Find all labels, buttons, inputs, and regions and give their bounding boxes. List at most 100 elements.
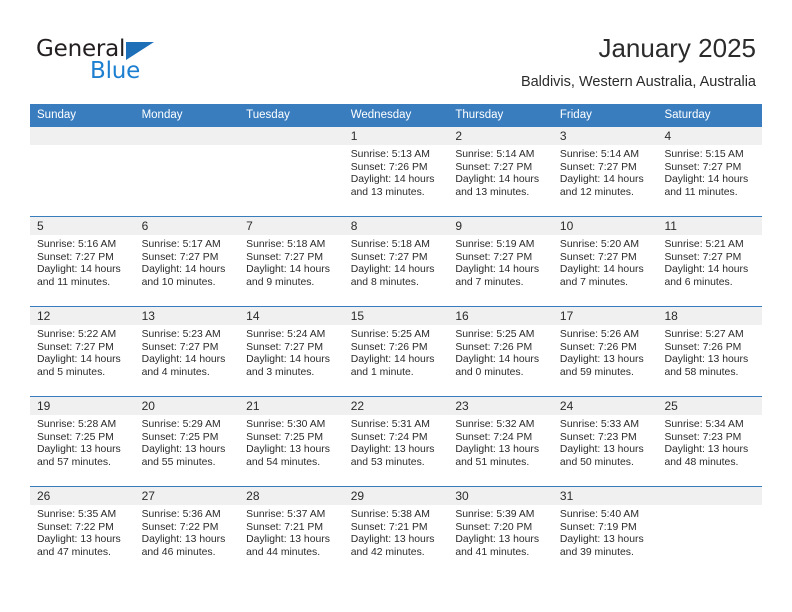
daylight-line-1: Daylight: 13 hours [37, 444, 121, 455]
daylight-line-2: and 53 minutes. [350, 456, 425, 468]
daylight-line-1: Daylight: 14 hours [246, 264, 330, 275]
daylight-line-1: Daylight: 13 hours [559, 354, 644, 365]
day-cell: Sunrise: 5:33 AM Sunset: 7:23 PM Dayligh… [553, 415, 658, 486]
day-number [657, 487, 762, 505]
day-number: 28 [246, 489, 260, 503]
sunrise-line: Sunrise: 5:22 AM [37, 329, 117, 340]
weekday-header-tuesday: Tuesday [246, 109, 290, 121]
sunrise-line: Sunrise: 5:23 AM [141, 329, 221, 340]
daylight-line-1: Daylight: 14 hours [141, 354, 226, 365]
daylight-line-1: Daylight: 13 hours [141, 534, 226, 545]
day-cell: Sunrise: 5:26 AM Sunset: 7:26 PM Dayligh… [553, 325, 658, 396]
day-number: 22 [350, 399, 365, 413]
daylight-line-2: and 5 minutes. [37, 366, 106, 378]
day-cell: Sunrise: 5:30 AM Sunset: 7:25 PM Dayligh… [239, 415, 344, 486]
sunset-line: Sunset: 7:22 PM [141, 521, 219, 533]
day-number: 17 [559, 309, 574, 323]
sunrise-line: Sunrise: 5:24 AM [246, 329, 326, 340]
sunset-line: Sunset: 7:26 PM [350, 161, 428, 173]
daylight-line-1: Daylight: 13 hours [455, 534, 540, 545]
sunrise-line: Sunrise: 5:16 AM [37, 239, 117, 250]
daylight-line-1: Daylight: 13 hours [350, 444, 435, 455]
day-cell: Sunrise: 5:38 AM Sunset: 7:21 PM Dayligh… [344, 505, 449, 576]
week-detail-row: Sunrise: 5:35 AM Sunset: 7:22 PM Dayligh… [30, 505, 762, 576]
day-number: 15 [350, 309, 365, 323]
day-number: 25 [664, 399, 678, 413]
daylight-line-2: and 11 minutes. [664, 186, 738, 198]
week-detail-row: Sunrise: 5:28 AM Sunset: 7:25 PM Dayligh… [30, 415, 762, 486]
daylight-line-1: Daylight: 13 hours [664, 354, 749, 365]
daylight-line-1: Daylight: 14 hours [455, 354, 540, 365]
sunrise-line: Sunrise: 5:30 AM [246, 419, 326, 430]
day-cell: Sunrise: 5:32 AM Sunset: 7:24 PM Dayligh… [448, 415, 553, 486]
sunrise-line: Sunrise: 5:28 AM [37, 419, 117, 430]
day-cell: Sunrise: 5:14 AM Sunset: 7:27 PM Dayligh… [553, 145, 658, 216]
daylight-line-2: and 0 minutes. [455, 366, 524, 378]
day-number: 16 [455, 309, 469, 323]
day-cell: Sunrise: 5:16 AM Sunset: 7:27 PM Dayligh… [30, 235, 135, 306]
day-cell: Sunrise: 5:36 AM Sunset: 7:22 PM Dayligh… [135, 505, 240, 576]
sunrise-line: Sunrise: 5:32 AM [455, 419, 535, 430]
sunrise-line: Sunrise: 5:15 AM [664, 149, 744, 160]
sunrise-line: Sunrise: 5:29 AM [141, 419, 221, 430]
sunrise-line: Sunrise: 5:13 AM [350, 149, 430, 160]
sunset-line: Sunset: 7:26 PM [664, 341, 742, 353]
daylight-line-1: Daylight: 14 hours [350, 174, 435, 185]
daylight-line-2: and 48 minutes. [664, 456, 739, 468]
day-cell: Sunrise: 5:13 AM Sunset: 7:26 PM Dayligh… [344, 145, 449, 216]
sunset-line: Sunset: 7:27 PM [664, 251, 742, 263]
sunset-line: Sunset: 7:25 PM [37, 431, 114, 443]
daylight-line-2: and 10 minutes. [141, 276, 216, 288]
weekday-header-saturday: Saturday [664, 109, 711, 121]
sunset-line: Sunset: 7:27 PM [664, 161, 742, 173]
sunrise-line: Sunrise: 5:34 AM [664, 419, 744, 430]
day-number: 10 [559, 219, 574, 233]
weekday-header-wednesday: Wednesday [350, 109, 412, 121]
daylight-line-1: Daylight: 14 hours [559, 174, 644, 185]
day-number: 14 [246, 309, 260, 323]
sunrise-line: Sunrise: 5:37 AM [246, 509, 326, 520]
weekday-header-row: Sunday Monday Tuesday Wednesday Thursday… [30, 104, 762, 126]
sunset-line: Sunset: 7:27 PM [37, 341, 114, 353]
day-number: 1 [350, 129, 358, 143]
daylight-line-1: Daylight: 14 hours [141, 264, 226, 275]
weekday-header-thursday: Thursday [455, 109, 504, 121]
day-number: 8 [350, 219, 358, 233]
day-number: 11 [664, 219, 677, 233]
day-cell: Sunrise: 5:24 AM Sunset: 7:27 PM Dayligh… [239, 325, 344, 396]
sunset-line: Sunset: 7:21 PM [350, 521, 428, 533]
daylight-line-2: and 39 minutes. [559, 546, 634, 558]
daylight-line-2: and 59 minutes. [559, 366, 634, 378]
daylight-line-2: and 41 minutes. [455, 546, 530, 558]
daylight-line-1: Daylight: 13 hours [141, 444, 226, 455]
day-cell: Sunrise: 5:27 AM Sunset: 7:26 PM Dayligh… [657, 325, 762, 396]
day-cell: Sunrise: 5:17 AM Sunset: 7:27 PM Dayligh… [135, 235, 240, 306]
daylight-line-1: Daylight: 13 hours [350, 534, 435, 545]
daylight-line-2: and 9 minutes. [246, 276, 315, 288]
daylight-line-2: and 54 minutes. [246, 456, 321, 468]
sunset-line: Sunset: 7:20 PM [455, 521, 533, 533]
sunset-line: Sunset: 7:26 PM [455, 341, 533, 353]
day-number: 18 [664, 309, 678, 323]
day-number [30, 127, 135, 145]
day-number: 26 [37, 489, 51, 503]
daylight-line-1: Daylight: 13 hours [246, 534, 330, 545]
day-number: 7 [246, 219, 253, 233]
daylight-line-1: Daylight: 14 hours [350, 264, 435, 275]
daylight-line-1: Daylight: 14 hours [455, 174, 540, 185]
sunrise-line: Sunrise: 5:14 AM [455, 149, 535, 160]
daylight-line-1: Daylight: 14 hours [455, 264, 540, 275]
day-number: 29 [350, 489, 365, 503]
sunrise-line: Sunrise: 5:25 AM [455, 329, 535, 340]
day-number: 2 [455, 129, 462, 143]
day-cell: Sunrise: 5:37 AM Sunset: 7:21 PM Dayligh… [239, 505, 344, 576]
sunrise-line: Sunrise: 5:21 AM [664, 239, 744, 250]
daylight-line-1: Daylight: 14 hours [559, 264, 644, 275]
sunrise-line: Sunrise: 5:40 AM [559, 509, 640, 520]
weekday-header-monday: Monday [141, 109, 183, 121]
daylight-line-1: Daylight: 14 hours [664, 264, 749, 275]
week-row: 26 27 28 29 30 31 Sunrise: 5:35 AM Sunse… [30, 486, 762, 576]
day-cell: Sunrise: 5:25 AM Sunset: 7:26 PM Dayligh… [448, 325, 553, 396]
day-cell: Sunrise: 5:18 AM Sunset: 7:27 PM Dayligh… [344, 235, 449, 306]
daylight-line-1: Daylight: 14 hours [246, 354, 330, 365]
